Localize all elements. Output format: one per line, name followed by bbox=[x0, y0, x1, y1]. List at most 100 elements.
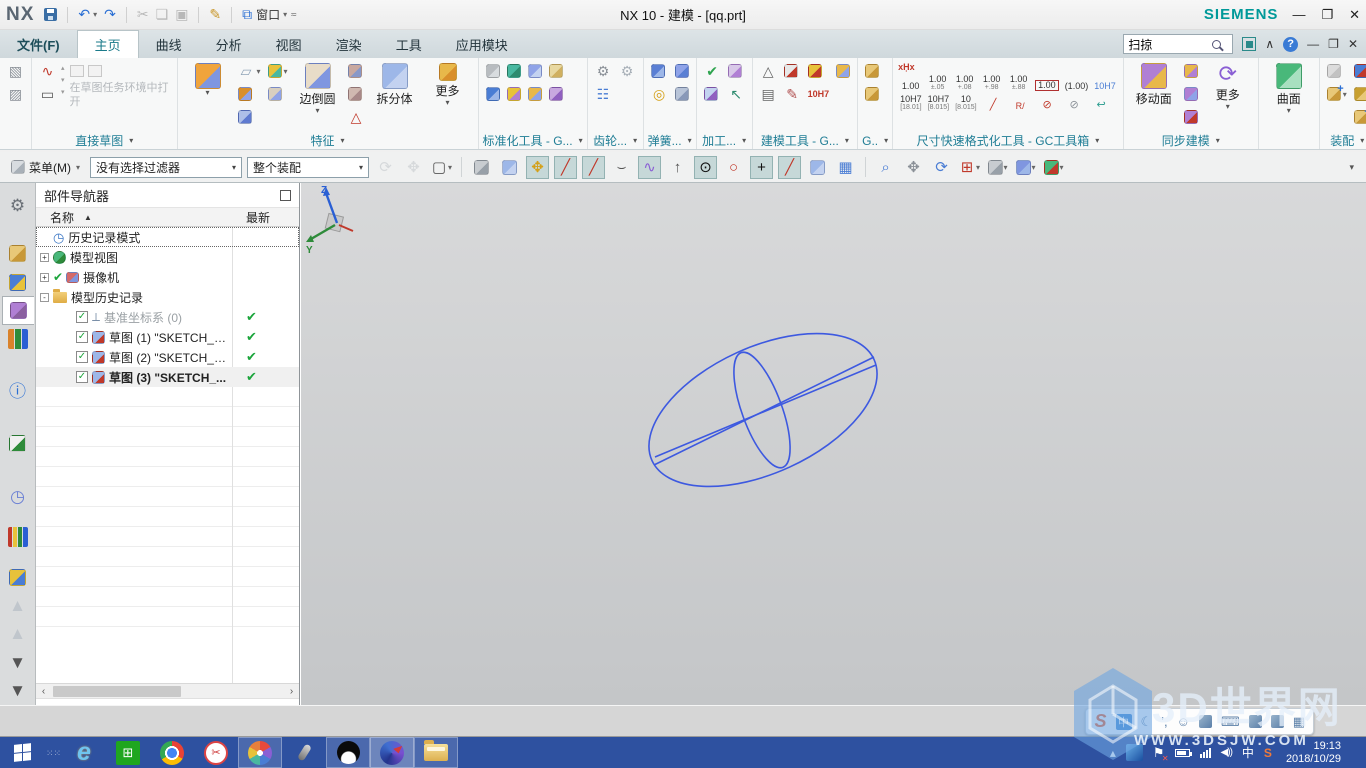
datum-plane-button[interactable]: ▱▾ bbox=[236, 61, 263, 81]
rotate-view-icon[interactable]: ⟳ bbox=[930, 156, 953, 179]
pole-toggle[interactable]: ∿ bbox=[638, 156, 661, 179]
column-latest[interactable]: 最新 bbox=[232, 209, 270, 226]
point-on-curve-toggle[interactable]: ╱ bbox=[778, 156, 801, 179]
tree-row-7[interactable]: ✓草图 (3) "SKETCH_...✔ bbox=[36, 367, 299, 387]
tab-file[interactable]: 文件(F) bbox=[0, 30, 77, 58]
snap-handles-icon[interactable]: ✥ bbox=[402, 156, 425, 179]
group-dialog-launcher-4[interactable]: ▾ bbox=[633, 136, 637, 145]
replace-face-button[interactable] bbox=[1182, 84, 1200, 104]
copy-button[interactable]: ❏ bbox=[156, 6, 169, 23]
dim-cell-1-2[interactable]: 10[8.015] bbox=[953, 94, 978, 112]
point-on-surface-icon[interactable] bbox=[806, 156, 829, 179]
ime-punct-icon[interactable]: ’, bbox=[1161, 714, 1168, 729]
midpoint-toggle[interactable]: ╱ bbox=[582, 156, 605, 179]
sketch-spinner[interactable]: ▴▾▾ bbox=[61, 61, 65, 96]
ime-skin-icon[interactable] bbox=[1271, 715, 1284, 728]
hscroll-thumb[interactable] bbox=[53, 686, 181, 697]
resbar-scroll-down-icon[interactable]: ▼ bbox=[2, 648, 34, 676]
feature-checkbox[interactable]: ✓ bbox=[76, 371, 88, 383]
grid-check-button[interactable] bbox=[782, 61, 803, 81]
dim-cell-0-0[interactable]: 1.00 bbox=[898, 81, 923, 92]
web-browser-icon[interactable] bbox=[2, 430, 34, 458]
column-name[interactable]: 名称 bbox=[50, 209, 74, 226]
gear-list-button[interactable]: ☷ bbox=[593, 84, 614, 104]
assembly-navigator-icon[interactable] bbox=[2, 239, 34, 267]
tab-工具[interactable]: 工具 bbox=[379, 30, 439, 58]
group-dialog-launcher-6[interactable]: ▾ bbox=[742, 136, 746, 145]
std-frame-button[interactable] bbox=[484, 61, 502, 81]
tree-expander-icon[interactable]: + bbox=[40, 253, 49, 262]
tab-分析[interactable]: 分析 bbox=[199, 30, 259, 58]
dim-cell-0-6[interactable]: (1.00) bbox=[1063, 81, 1091, 92]
delete-face-button[interactable] bbox=[1182, 107, 1200, 127]
tree-row-1[interactable]: +模型视图 bbox=[36, 247, 299, 267]
fit-10h7-button[interactable]: 10H7 bbox=[806, 84, 832, 104]
part-navigator-icon[interactable] bbox=[2, 296, 34, 325]
gear-pair-button[interactable]: ⚙ bbox=[617, 61, 638, 81]
dim-cell-1-1[interactable]: 10H7[8.015] bbox=[926, 94, 952, 112]
tree-row-3[interactable]: -模型历史记录 bbox=[36, 287, 299, 307]
pattern-feature-button[interactable]: ▾ bbox=[266, 61, 290, 81]
window-menu-button[interactable]: ⧉窗口▾≂ bbox=[242, 6, 297, 23]
ime-fullhalf-icon[interactable]: ☾ bbox=[1141, 714, 1153, 730]
tray-expand-icon[interactable]: ▴ bbox=[1110, 746, 1116, 760]
group-dialog-launcher-5[interactable]: ▾ bbox=[688, 136, 692, 145]
select-general-icon[interactable]: ⟳ bbox=[374, 156, 397, 179]
endpoint-toggle[interactable]: ╱ bbox=[554, 156, 577, 179]
std-wand-button[interactable] bbox=[505, 84, 523, 104]
std-layers-button[interactable] bbox=[505, 61, 523, 81]
extrude-button[interactable]: ▾ bbox=[183, 61, 233, 98]
tab-主页[interactable]: 主页 bbox=[77, 30, 139, 58]
tab-视图[interactable]: 视图 bbox=[259, 30, 319, 58]
draft-button[interactable] bbox=[346, 84, 367, 104]
ime-emoji-icon[interactable]: ☺ bbox=[1177, 714, 1190, 729]
std-check-button[interactable] bbox=[484, 84, 502, 104]
spring-coil-button[interactable] bbox=[649, 61, 670, 81]
group-dialog-launcher-7[interactable]: ▾ bbox=[845, 136, 849, 145]
dim-cell-1-0[interactable]: 10H7[18.01] bbox=[898, 94, 924, 112]
sogou-logo-icon[interactable]: S bbox=[1094, 711, 1106, 732]
tangent-point-icon[interactable]: ⌣ bbox=[610, 156, 633, 179]
graphics-viewport[interactable]: Z Y bbox=[300, 183, 1366, 705]
selection-scope-filter[interactable]: 整个装配▾ bbox=[247, 157, 369, 178]
command-finder[interactable] bbox=[1123, 34, 1233, 54]
group-dialog-launcher-1[interactable]: ▾ bbox=[129, 136, 133, 145]
cut-button[interactable]: ✂ bbox=[137, 6, 149, 23]
linked-body-alt-button[interactable] bbox=[863, 84, 881, 104]
store-icon[interactable]: ⊞ bbox=[106, 737, 150, 768]
microphone-icon[interactable] bbox=[282, 737, 326, 768]
ie-icon[interactable]: e bbox=[62, 737, 106, 768]
group-dialog-launcher-8[interactable]: ▾ bbox=[884, 136, 888, 145]
hscroll-right-icon[interactable]: › bbox=[284, 686, 299, 697]
std-part-button[interactable] bbox=[526, 84, 544, 104]
tree-row-4[interactable]: ✓⟂基准坐标系 (0)✔ bbox=[36, 307, 299, 327]
ime-mic-icon[interactable] bbox=[1199, 715, 1212, 728]
chrome-icon[interactable] bbox=[150, 737, 194, 768]
group-dialog-launcher-12[interactable]: ▾ bbox=[1360, 136, 1364, 145]
tab-应用模块[interactable]: 应用模块 bbox=[439, 30, 525, 58]
feature-checkbox[interactable]: ✓ bbox=[76, 351, 88, 363]
dim-cell-0-3[interactable]: 1.00+.98 bbox=[979, 74, 1004, 92]
existing-point-toggle[interactable]: + bbox=[750, 156, 773, 179]
dim-cell-0-1[interactable]: 1.00±.05 bbox=[925, 74, 950, 92]
spring-hook-button[interactable] bbox=[673, 61, 691, 81]
resbar-scroll-down2-icon[interactable]: ▼ bbox=[2, 677, 34, 705]
tree-row-0[interactable]: ◷历史记录模式 bbox=[36, 227, 299, 247]
child-minimize-button[interactable]: — bbox=[1307, 37, 1319, 51]
marquee-select-icon[interactable]: ▢▾ bbox=[430, 156, 453, 179]
edge-blend-button[interactable]: 边倒圆▾ bbox=[293, 61, 343, 116]
ime-lang-indicator[interactable]: 中 bbox=[1242, 744, 1254, 761]
group-dialog-launcher-10[interactable]: ▾ bbox=[1216, 136, 1220, 145]
move-component-button[interactable] bbox=[1352, 84, 1366, 104]
menu-button[interactable]: 菜单(M)▾ bbox=[6, 157, 85, 178]
window-minimize-button[interactable]: — bbox=[1292, 7, 1305, 23]
sketch-curve-edit-button[interactable]: ▨ bbox=[5, 84, 26, 104]
tree-row-5[interactable]: ✓草图 (1) "SKETCH_0...✔ bbox=[36, 327, 299, 347]
file-explorer-icon[interactable] bbox=[414, 737, 458, 768]
pan-icon[interactable]: ✥ bbox=[902, 156, 925, 179]
pinned-dots[interactable]: ⁙⁙ bbox=[44, 737, 62, 768]
mach-axis-button[interactable]: ↖ bbox=[726, 84, 747, 104]
media-pinwheel-icon[interactable] bbox=[238, 737, 282, 768]
edit-object-display-icon[interactable]: ▾ bbox=[1042, 156, 1065, 179]
tree-row-6[interactable]: ✓草图 (2) "SKETCH_0...✔ bbox=[36, 347, 299, 367]
